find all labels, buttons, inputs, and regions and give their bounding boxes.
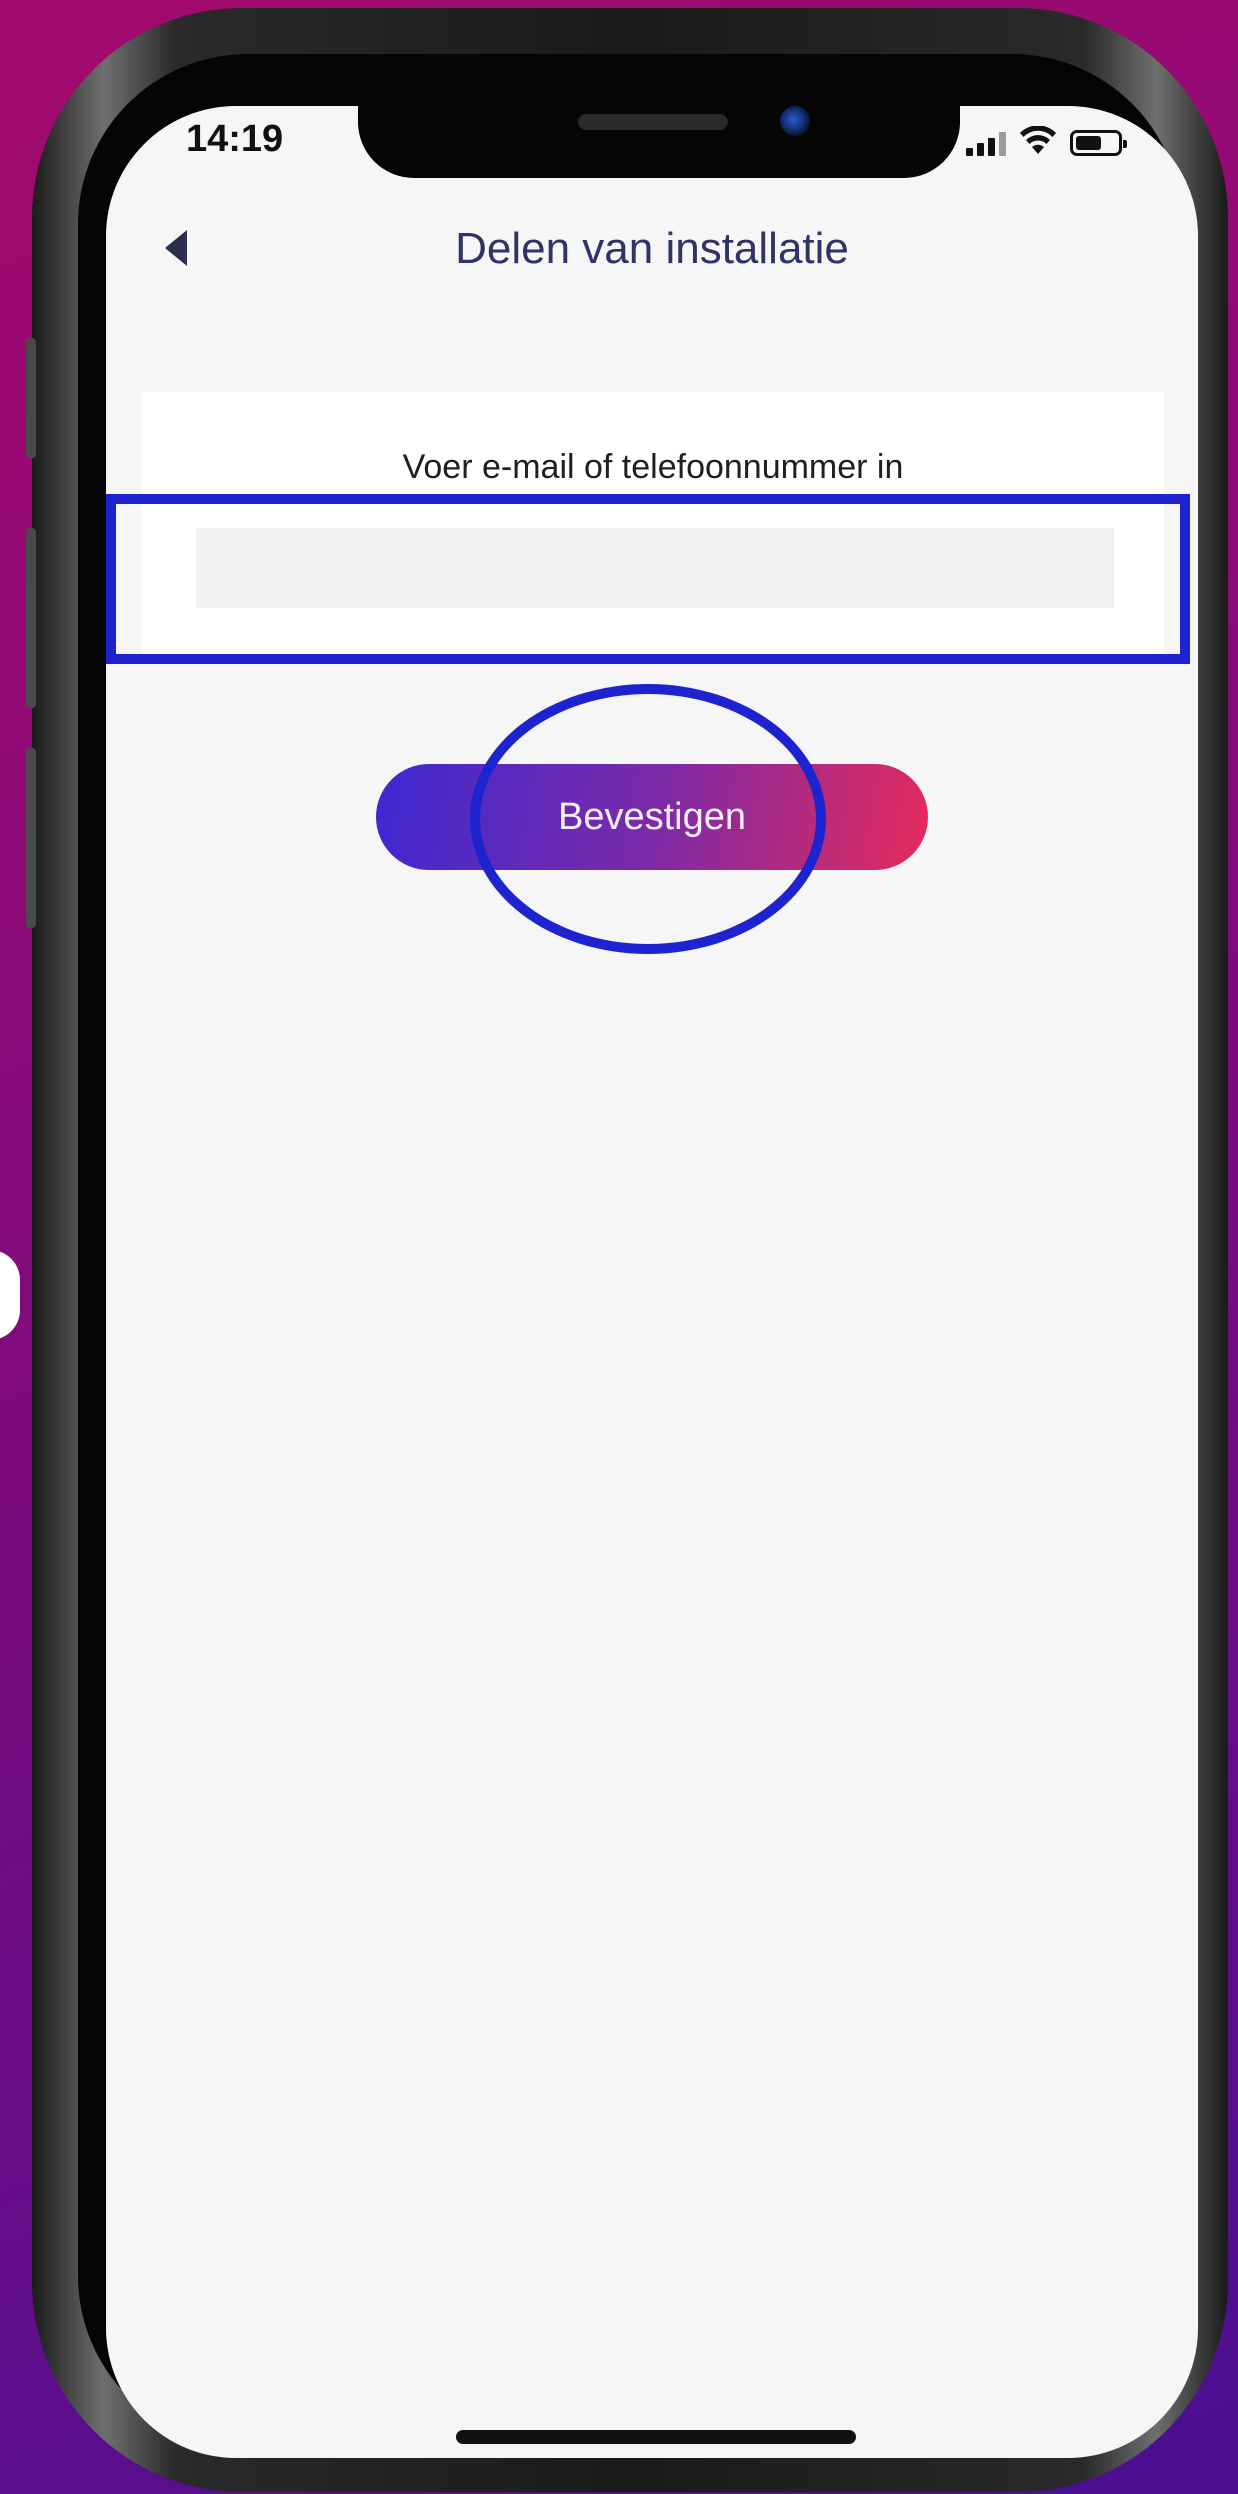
annotation-highlight-ellipse	[470, 684, 826, 954]
status-time: 14:19	[186, 118, 284, 160]
email-or-phone-label: Voer e-mail of telefoonnummer in	[402, 448, 904, 486]
page-title: Delen van installatie	[455, 224, 849, 273]
status-icons	[966, 126, 1127, 156]
signal-icon	[966, 132, 1006, 156]
camera-icon	[780, 106, 810, 136]
side-button	[26, 528, 36, 708]
decorative-stroke-left	[0, 1250, 20, 1340]
notch	[358, 106, 960, 178]
side-button	[26, 338, 36, 458]
speaker-grille	[578, 114, 728, 130]
battery-icon	[1070, 130, 1127, 156]
app-screen: 14:19 Delen van installatie Voer e-mail …	[106, 106, 1198, 2458]
side-button	[26, 748, 36, 928]
annotation-highlight-rectangle	[106, 494, 1190, 664]
home-indicator	[456, 2430, 856, 2444]
wifi-icon	[1020, 126, 1056, 154]
